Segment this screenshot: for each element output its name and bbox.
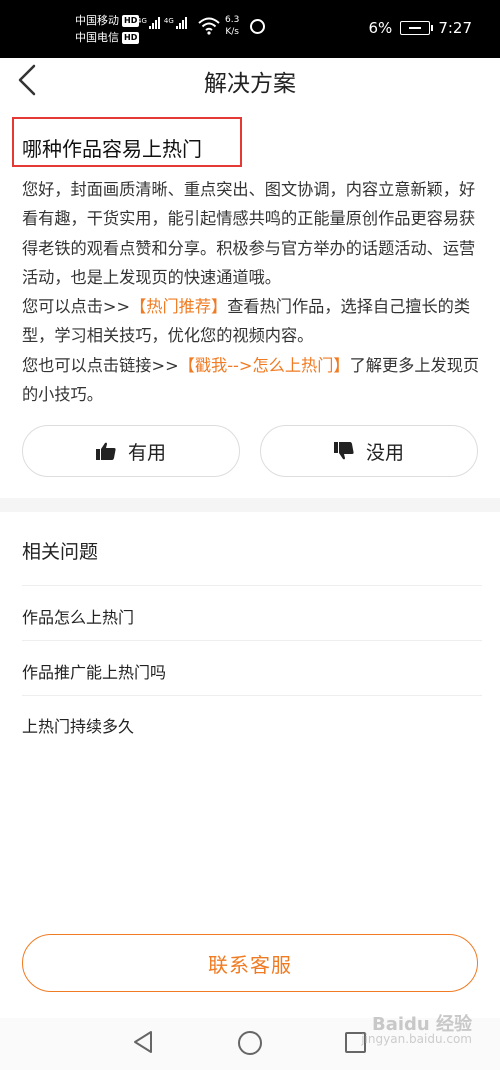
thumbs-down-icon xyxy=(333,442,354,460)
speed-value: 6.3 xyxy=(225,15,240,25)
speed-unit: K/s xyxy=(225,27,239,37)
answer-text: 您好，封面画质清晰、重点突出、图文协调，内容立意新颖，好看有趣，干货实用，能引起… xyxy=(22,175,482,409)
useless-button[interactable]: 没用 xyxy=(260,425,478,477)
signal-icon: 4G xyxy=(164,17,187,29)
contact-service-button[interactable]: 联系客服 xyxy=(22,934,478,992)
related-question-item[interactable]: 上热门持续多久 xyxy=(22,713,134,737)
battery-percent: 6% xyxy=(368,19,393,37)
related-question-item[interactable]: 作品推广能上热门吗 xyxy=(22,659,166,683)
clock: 7:27 xyxy=(438,19,472,37)
related-question-item[interactable]: 作品怎么上热门 xyxy=(22,604,134,628)
watermark-logo: Baidu 经验 xyxy=(371,1014,472,1035)
battery-icon xyxy=(400,21,434,35)
network-type: 4G xyxy=(163,17,174,25)
nav-back-icon[interactable] xyxy=(132,1030,154,1054)
useful-label: 有用 xyxy=(127,441,166,464)
useful-button[interactable]: 有用 xyxy=(22,425,240,477)
signal-icon: 4G xyxy=(137,17,160,29)
divider xyxy=(22,640,482,641)
watermark-url: jingyan.baidu.com xyxy=(361,1032,472,1046)
network-speed: 6.3 K/s xyxy=(225,14,239,38)
status-bar: 中国移动 HD 中国电信 HD 4G 4G 6.3 K/s 6% 7:27 xyxy=(0,0,500,58)
carrier-1: 中国移动 xyxy=(75,14,119,27)
app-header: 解决方案 xyxy=(0,58,500,106)
network-type: 4G xyxy=(137,17,147,25)
carrier-info: 中国移动 HD 中国电信 HD xyxy=(75,12,140,46)
watermark: Baidu 经验 jingyan.baidu.com xyxy=(361,1014,472,1047)
signal-icons: 4G 4G xyxy=(137,17,187,29)
section-divider xyxy=(0,498,500,512)
wifi-icon xyxy=(198,17,220,35)
divider xyxy=(22,585,482,586)
hd-badge: HD xyxy=(122,31,140,44)
face-icon xyxy=(250,19,265,34)
related-questions-title: 相关问题 xyxy=(22,541,99,563)
thumbs-up-icon xyxy=(95,442,116,460)
hot-recommend-link[interactable]: 【热门推荐】 xyxy=(130,297,227,316)
useless-label: 没用 xyxy=(365,441,404,464)
carrier-2: 中国电信 xyxy=(75,31,119,44)
answer-paragraph: 您可以点击>> xyxy=(22,297,131,317)
how-to-trend-link[interactable]: 【戳我-->怎么上热门】 xyxy=(179,356,350,375)
page-title: 解决方案 xyxy=(204,71,296,97)
question-title: 哪种作品容易上热门 xyxy=(22,137,202,161)
answer-paragraph: 您好，封面画质清晰、重点突出、图文协调，内容立意新颖，好看有趣，干货实用，能引起… xyxy=(22,180,476,287)
answer-paragraph: 您也可以点击链接>> xyxy=(22,355,179,375)
divider xyxy=(22,695,482,696)
nav-home-icon[interactable] xyxy=(238,1031,262,1055)
